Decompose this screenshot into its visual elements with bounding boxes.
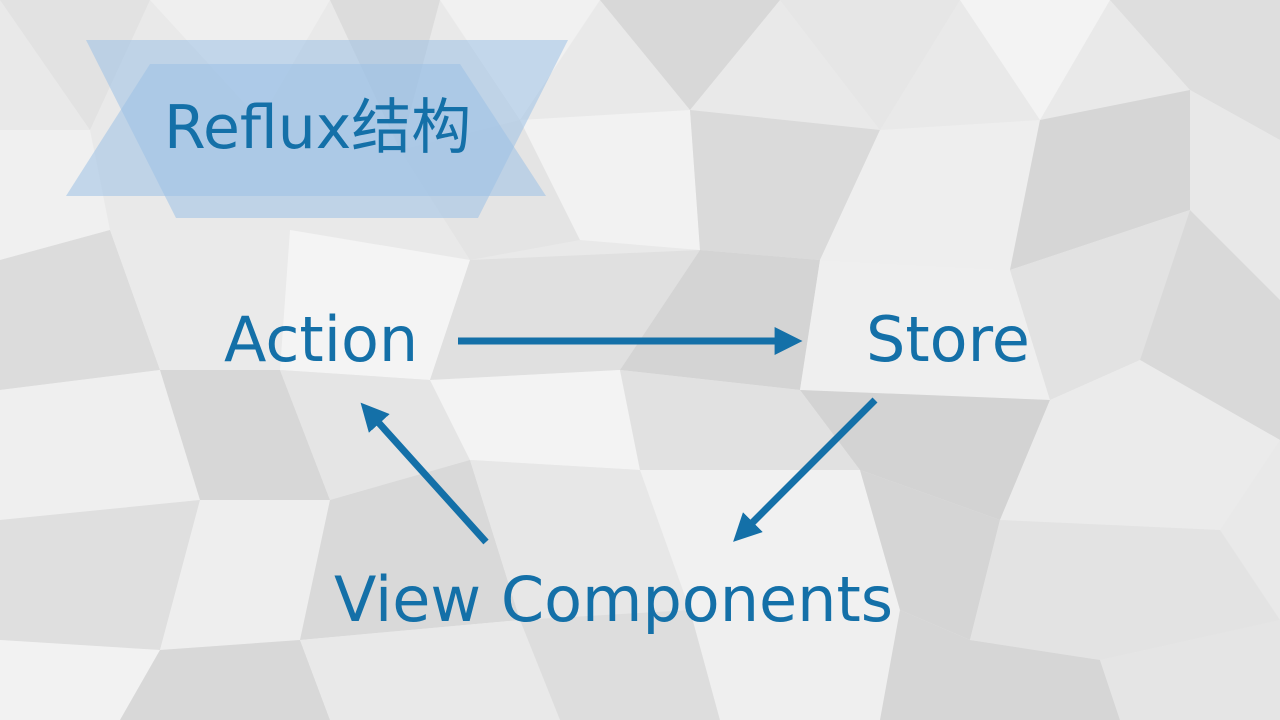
slide: Reflux结构 Action Store View Components [0,0,1280,720]
node-view-components: View Components [334,563,894,636]
arrow-store-to-view [733,397,878,542]
node-store: Store [866,303,1030,376]
arrow-view-to-action [360,402,489,545]
node-action: Action [224,303,419,376]
